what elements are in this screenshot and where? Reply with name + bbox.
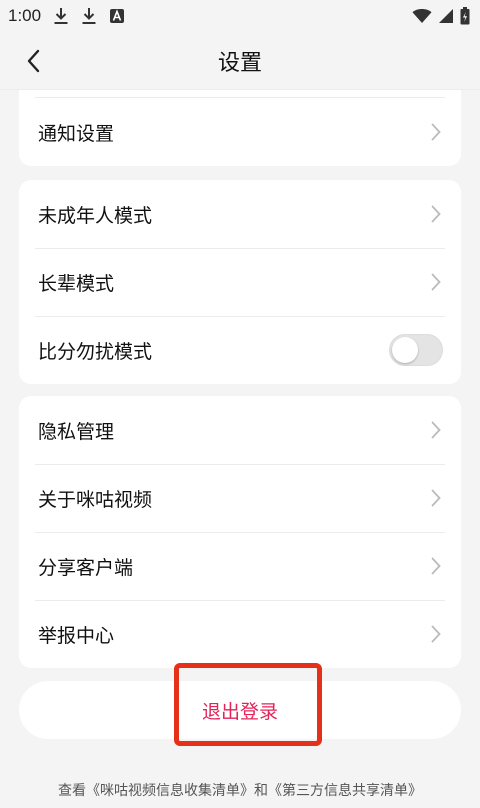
chevron-right-icon xyxy=(429,121,443,143)
chevron-right-icon xyxy=(429,419,443,441)
settings-group-about: 隐私管理 关于咪咕视频 分享客户端 举报中心 xyxy=(19,396,461,668)
chevron-right-icon xyxy=(429,487,443,509)
settings-item-label: 分享客户端 xyxy=(38,556,134,579)
chevron-right-icon xyxy=(429,555,443,577)
settings-item-label: 未成年人模式 xyxy=(38,204,153,227)
row-divider xyxy=(35,97,445,98)
settings-item-label: 通知设置 xyxy=(38,122,115,145)
settings-item-notifications[interactable]: 通知设置 xyxy=(19,90,461,166)
settings-item-label: 关于咪咕视频 xyxy=(38,488,153,511)
download-icon xyxy=(53,7,69,25)
chevron-left-icon xyxy=(27,49,40,73)
settings-item-label: 比分勿扰模式 xyxy=(38,340,153,363)
font-app-icon xyxy=(109,8,125,24)
settings-item-elder-mode[interactable]: 长辈模式 xyxy=(19,248,461,316)
footer-note[interactable]: 查看《咪咕视频信息收集清单》和《第三方信息共享清单》 xyxy=(0,780,480,800)
settings-item-privacy[interactable]: 隐私管理 xyxy=(19,396,461,464)
settings-item-share[interactable]: 分享客户端 xyxy=(19,532,461,600)
download-icon xyxy=(81,7,97,25)
back-button[interactable] xyxy=(18,46,48,76)
settings-item-label: 举报中心 xyxy=(38,624,115,647)
settings-item-minor-mode[interactable]: 未成年人模式 xyxy=(19,180,461,248)
settings-item-score-dnd: 比分勿扰模式 xyxy=(19,316,461,384)
status-time: 1:00 xyxy=(8,6,42,25)
settings-group-notifications: 通知设置 xyxy=(19,90,461,166)
toggle-knob xyxy=(392,337,418,363)
settings-item-label: 隐私管理 xyxy=(38,420,115,443)
settings-item-about[interactable]: 关于咪咕视频 xyxy=(19,464,461,532)
score-dnd-toggle[interactable] xyxy=(389,334,443,366)
chevron-right-icon xyxy=(429,271,443,293)
page-title: 设置 xyxy=(217,51,262,76)
signal-icon xyxy=(438,8,454,24)
settings-item-label: 长辈模式 xyxy=(38,272,115,295)
highlight-box xyxy=(174,663,322,746)
chevron-right-icon xyxy=(429,203,443,225)
chevron-right-icon xyxy=(429,623,443,645)
wifi-icon xyxy=(412,8,432,24)
app-header: 设置 xyxy=(0,32,480,90)
settings-item-report[interactable]: 举报中心 xyxy=(19,600,461,668)
status-bar: 1:00 xyxy=(0,0,480,32)
settings-group-modes: 未成年人模式 长辈模式 比分勿扰模式 xyxy=(19,180,461,384)
battery-icon xyxy=(460,7,470,25)
